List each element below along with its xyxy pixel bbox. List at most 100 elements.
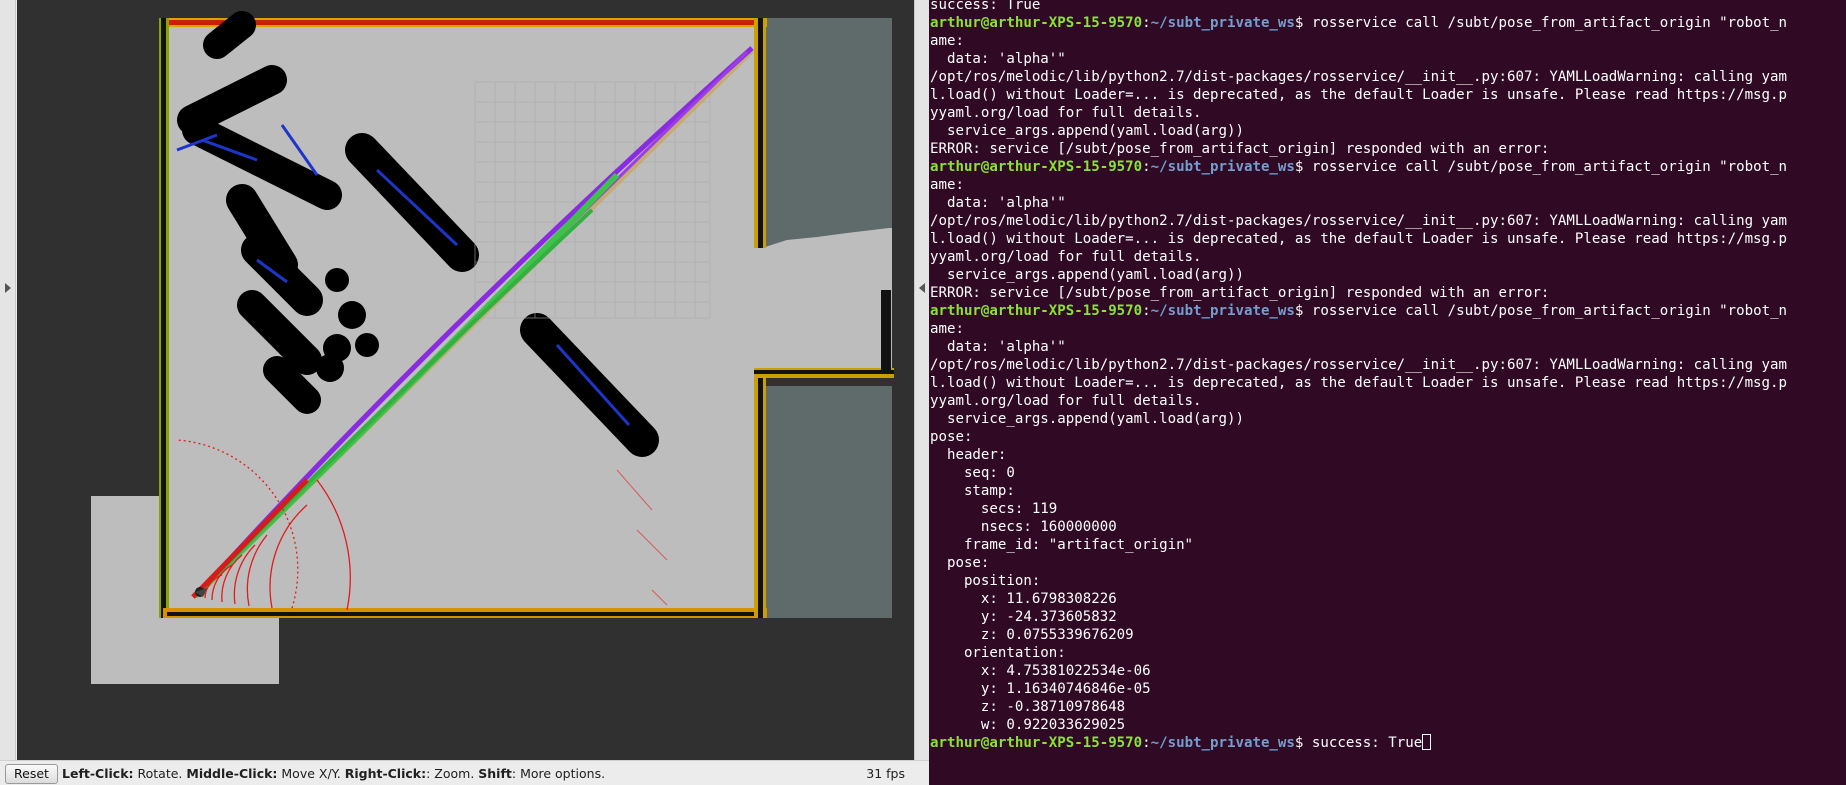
- line-text: x: 4.75381022534e-06: [930, 663, 1151, 679]
- unknown-region-upper: [762, 18, 892, 248]
- terminal-output-line: yyaml.org/load for full details.: [930, 104, 1845, 122]
- terminal-prompt-line: arthur@arthur-XPS-15-9570:~/subt_private…: [930, 302, 1845, 320]
- terminal-output-line: orientation:: [930, 644, 1845, 662]
- explored-corridor-body: [762, 292, 892, 370]
- collapse-right-arrow-icon[interactable]: [919, 283, 925, 293]
- prompt-user: arthur@arthur-XPS-15-9570: [930, 735, 1143, 751]
- line-text: yyaml.org/load for full details.: [930, 249, 1202, 265]
- line-text: y: 1.16340746846e-05: [930, 681, 1151, 697]
- prompt-symbol: $: [1294, 159, 1312, 175]
- wall-left-core: [161, 18, 166, 618]
- terminal-output-line: stamp:: [930, 482, 1845, 500]
- left-panel-collapse-handle[interactable]: [0, 0, 16, 760]
- line-text: service_args.append(yaml.load(arg)): [930, 123, 1244, 139]
- map-render[interactable]: [17, 0, 914, 760]
- terminal-output-line: yyaml.org/load for full details.: [930, 392, 1845, 410]
- line-text: rosservice call /subt/pose_from_artifact…: [1311, 15, 1788, 31]
- line-text: data: 'alpha'": [930, 195, 1066, 211]
- line-text: orientation:: [930, 645, 1066, 661]
- line-text: rosservice call /subt/pose_from_artifact…: [1311, 303, 1788, 319]
- terminal-output-line: header:: [930, 446, 1845, 464]
- terminal-output-line: yyaml.org/load for full details.: [930, 248, 1845, 266]
- terminal-output-line: y: -24.373605832: [930, 608, 1845, 626]
- line-text: pose:: [930, 429, 973, 445]
- prompt-symbol: $: [1294, 735, 1312, 751]
- hint-key-left: Left-Click:: [62, 766, 134, 781]
- terminal-output-line: frame_id: "artifact_origin": [930, 536, 1845, 554]
- line-text: yyaml.org/load for full details.: [930, 105, 1202, 121]
- terminal-output-line: /opt/ros/melodic/lib/python2.7/dist-pack…: [930, 68, 1845, 86]
- hint-key-middle: Middle-Click:: [186, 766, 278, 781]
- right-panel-collapse-handle[interactable]: [914, 0, 929, 760]
- prompt-path: ~/subt_private_ws: [1150, 735, 1295, 751]
- rviz-window: Reset Left-Click: Rotate. Middle-Click: …: [0, 0, 929, 785]
- wall-corridor-end: [881, 290, 891, 370]
- line-text: ERROR: service [/subt/pose_from_artifact…: [930, 285, 1550, 301]
- terminal-output-line: data: 'alpha'": [930, 194, 1845, 212]
- line-text: yyaml.org/load for full details.: [930, 393, 1202, 409]
- terminal-output-line: z: -0.38710978648: [930, 698, 1845, 716]
- 3d-viewport[interactable]: [17, 0, 914, 760]
- prompt-symbol: $: [1294, 303, 1312, 319]
- line-text: /opt/ros/melodic/lib/python2.7/dist-pack…: [930, 213, 1788, 229]
- reset-button[interactable]: Reset: [5, 764, 58, 784]
- line-text: x: 11.6798308226: [930, 591, 1117, 607]
- line-text: l.load() without Loader=... is deprecate…: [930, 87, 1788, 103]
- line-text: pose:: [930, 555, 990, 571]
- terminal-output-line: data: 'alpha'": [930, 338, 1845, 356]
- line-text: y: -24.373605832: [930, 609, 1117, 625]
- line-text: success: True: [1311, 735, 1423, 751]
- terminal-window[interactable]: success: True arthur@arthur-XPS-15-9570:~…: [929, 0, 1846, 785]
- terminal-cursor[interactable]: [1422, 734, 1432, 750]
- line-text: frame_id: "artifact_origin": [930, 537, 1194, 553]
- rviz-status-bar: Reset Left-Click: Rotate. Middle-Click: …: [0, 760, 929, 785]
- terminal-output-line: service_args.append(yaml.load(arg)): [930, 122, 1845, 140]
- terminal-output-line: success: True: [930, 0, 1845, 14]
- prompt-separator: :: [1142, 15, 1151, 31]
- wall-right-lower-core: [758, 372, 763, 618]
- terminal-output-line: ame:: [930, 176, 1845, 194]
- terminal-output-line: nsecs: 160000000: [930, 518, 1845, 536]
- line-text: z: 0.0755339676209: [930, 627, 1134, 643]
- terminal-output-line: service_args.append(yaml.load(arg)): [930, 266, 1845, 284]
- wall-corridor-lower-core: [754, 370, 894, 374]
- line-text: service_args.append(yaml.load(arg)): [930, 267, 1244, 283]
- line-text: l.load() without Loader=... is deprecate…: [930, 231, 1788, 247]
- terminal-output-line: position:: [930, 572, 1845, 590]
- line-text: nsecs: 160000000: [930, 519, 1117, 535]
- terminal-output-line: /opt/ros/melodic/lib/python2.7/dist-pack…: [930, 356, 1845, 374]
- line-text: ame:: [930, 33, 964, 49]
- line-text: z: -0.38710978648: [930, 699, 1126, 715]
- line-text: seq: 0: [930, 465, 1015, 481]
- terminal-output-line: pose:: [930, 428, 1845, 446]
- hint-text-left: Rotate.: [133, 766, 187, 781]
- line-text: header:: [930, 447, 1007, 463]
- hint-text-shift: : More options.: [511, 766, 606, 781]
- collapse-left-arrow-icon[interactable]: [5, 283, 11, 293]
- prompt-user: arthur@arthur-XPS-15-9570: [930, 159, 1143, 175]
- terminal-output-line: y: 1.16340746846e-05: [930, 680, 1845, 698]
- terminal-output-line: l.load() without Loader=... is deprecate…: [930, 374, 1845, 392]
- mouse-hint: Left-Click: Rotate. Middle-Click: Move X…: [62, 766, 605, 781]
- line-text: success: True: [930, 0, 1041, 13]
- terminal-output-line: x: 11.6798308226: [930, 590, 1845, 608]
- terminal-output-line: l.load() without Loader=... is deprecate…: [930, 230, 1845, 248]
- terminal-prompt-line: arthur@arthur-XPS-15-9570:~/subt_private…: [930, 158, 1845, 176]
- prompt-path: ~/subt_private_ws: [1150, 303, 1295, 319]
- prompt-user: arthur@arthur-XPS-15-9570: [930, 303, 1143, 319]
- wall-bottom-core: [167, 612, 763, 616]
- terminal-output-line: pose:: [930, 554, 1845, 572]
- line-text: data: 'alpha'": [930, 339, 1066, 355]
- wall-right-upper-core: [758, 18, 763, 248]
- unknown-region-lower: [762, 386, 892, 618]
- terminal-output-line: l.load() without Loader=... is deprecate…: [930, 86, 1845, 104]
- prompt-separator: :: [1142, 303, 1151, 319]
- prompt-symbol: $: [1294, 15, 1312, 31]
- line-text: ERROR: service [/subt/pose_from_artifact…: [930, 141, 1550, 157]
- line-text: w: 0.922033629025: [930, 717, 1126, 733]
- terminal-output-line: [930, 752, 1845, 770]
- terminal-output-line: ERROR: service [/subt/pose_from_artifact…: [930, 140, 1845, 158]
- terminal-output-line: secs: 119: [930, 500, 1845, 518]
- terminal-output-line: service_args.append(yaml.load(arg)): [930, 410, 1845, 428]
- line-text: /opt/ros/melodic/lib/python2.7/dist-pack…: [930, 357, 1788, 373]
